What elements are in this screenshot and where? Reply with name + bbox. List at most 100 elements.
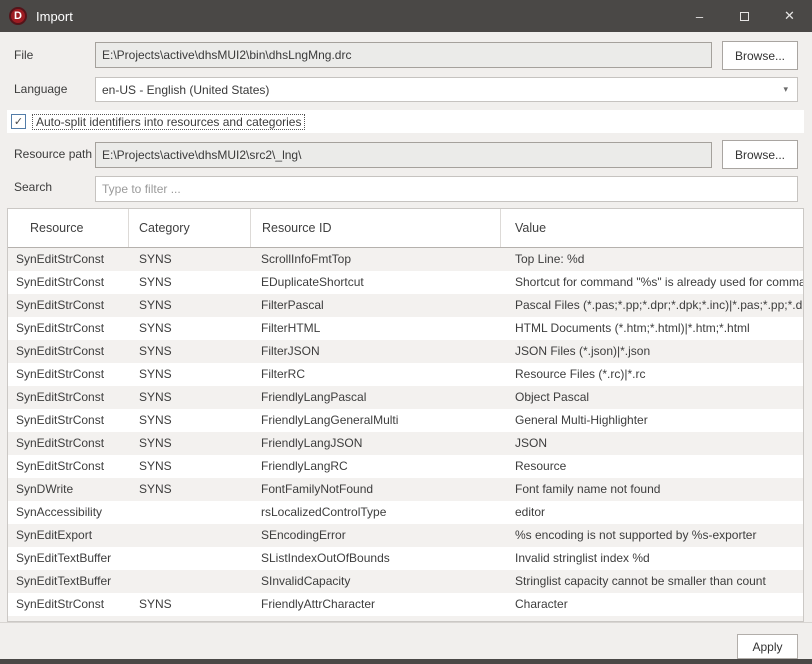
maximize-button[interactable]: [722, 0, 767, 32]
table-cell: SynEditStrConst: [8, 432, 129, 455]
apply-button[interactable]: Apply: [737, 634, 798, 659]
table-row[interactable]: SynEditStrConstSYNSFriendlyLangJSONJSON: [8, 432, 803, 455]
table-cell: FriendlyLangRC: [251, 455, 501, 478]
table-cell: [129, 501, 251, 524]
close-button[interactable]: ✕: [767, 0, 812, 32]
table-cell: SynEditTextBuffer: [8, 547, 129, 570]
table-cell: JSON: [501, 432, 803, 455]
file-label: File: [14, 48, 33, 62]
table-row[interactable]: SynEditExportSEncodingError%s encoding i…: [8, 524, 803, 547]
table-cell: SynEditStrConst: [8, 317, 129, 340]
table-cell: SYNS: [129, 248, 251, 271]
table-cell: SYNS: [129, 455, 251, 478]
table-cell: JSON Files (*.json)|*.json: [501, 340, 803, 363]
table-row[interactable]: SynEditTextBuffer SListIndexOutOfBoundsIn…: [8, 547, 803, 570]
table-cell: Object Pascal: [501, 386, 803, 409]
table-cell: FriendlyLangGeneralMulti: [251, 409, 501, 432]
table-cell: SYNS: [129, 432, 251, 455]
table-cell: FilterPascal: [251, 294, 501, 317]
column-header-category[interactable]: Category: [129, 209, 251, 247]
file-browse-button[interactable]: Browse...: [722, 41, 798, 70]
table-cell: FilterHTML: [251, 317, 501, 340]
table-cell: EDuplicateShortcut: [251, 271, 501, 294]
table-cell: rsLocalizedControlType: [251, 501, 501, 524]
dialog-content: File E:\Projects\active\dhsMUI2\bin\dhsL…: [0, 32, 812, 664]
table-cell: SYNS: [129, 294, 251, 317]
resource-path-browse-button[interactable]: Browse...: [722, 140, 798, 169]
table-cell: FriendlyAttrCharacter: [251, 593, 501, 616]
table-body: SynEditStrConstSYNSScrollInfoFmtTopTop L…: [8, 248, 803, 622]
chevron-down-icon: ▾: [783, 84, 797, 95]
table-cell: [129, 570, 251, 593]
table-cell: Stringlist capacity cannot be smaller th…: [501, 570, 803, 593]
table-cell: SYNS: [129, 271, 251, 294]
table-cell: SynAccessibility: [8, 501, 129, 524]
table-row[interactable]: SynEditStrConstSYNSFilterHTMLHTML Docume…: [8, 317, 803, 340]
table-cell: SynEditStrConst: [8, 271, 129, 294]
column-header-value[interactable]: Value: [501, 209, 803, 247]
resource-path-label: Resource path: [14, 147, 92, 161]
table-cell: SynEditTextBuffer: [8, 570, 129, 593]
table-cell: %s encoding is not supported by %s-expor…: [501, 524, 803, 547]
window-title: Import: [36, 9, 73, 24]
table-row[interactable]: SynEditStrConstSYNSFriendlyLangGeneralMu…: [8, 409, 803, 432]
table-cell: Font family name not found: [501, 478, 803, 501]
table-cell: SynEditStrConst: [8, 455, 129, 478]
table-cell: FontFamilyNotFound: [251, 478, 501, 501]
autosplit-row: ✓ Auto-split identifiers into resources …: [7, 110, 804, 133]
table-cell: Resource: [501, 455, 803, 478]
table-row[interactable]: SynDWriteSYNSFontFamilyNotFoundFont fami…: [8, 478, 803, 501]
table-cell: FriendlyLangPascal: [251, 386, 501, 409]
table-cell: SYNS: [129, 317, 251, 340]
table-row[interactable]: SynAccessibility rsLocalizedControlTypeed…: [8, 501, 803, 524]
table-cell: SynEditStrConst: [8, 363, 129, 386]
table-cell: SYNS: [129, 386, 251, 409]
table-cell: SynEditStrConst: [8, 593, 129, 616]
table-cell: Pascal Files (*.pas;*.pp;*.dpr;*.dpk;*.i…: [501, 294, 803, 317]
window-bottom-edge: [0, 659, 812, 664]
language-selected-value: en-US - English (United States): [102, 83, 269, 97]
table-cell: editor: [501, 501, 803, 524]
resource-path-input[interactable]: E:\Projects\active\dhsMUI2\src2\_lng\: [95, 142, 712, 168]
column-header-resource-id[interactable]: Resource ID: [251, 209, 501, 247]
search-input[interactable]: Type to filter ...: [95, 176, 798, 202]
table-cell: SynEditStrConst: [8, 340, 129, 363]
table-cell: SYNS: [129, 478, 251, 501]
table-cell: Top Line: %d: [501, 248, 803, 271]
table-row[interactable]: SynEditStrConstSYNSFilterPascalPascal Fi…: [8, 294, 803, 317]
table-row[interactable]: SynEditStrConstSYNSFriendlyAttrCharacter…: [8, 593, 803, 616]
language-label: Language: [14, 82, 67, 96]
autosplit-label[interactable]: Auto-split identifiers into resources an…: [32, 114, 305, 130]
table-cell: SynEditStrConst: [8, 248, 129, 271]
table-cell: SynEditStrConst: [8, 294, 129, 317]
table-cell: [129, 547, 251, 570]
table-row[interactable]: SynEditStrConstSYNSFilterJSONJSON Files …: [8, 340, 803, 363]
table-cell: Invalid stringlist index %d: [501, 547, 803, 570]
table-cell: Resource Files (*.rc)|*.rc: [501, 363, 803, 386]
table-row[interactable]: SynEditStrConstSYNSEDuplicateShortcutSho…: [8, 271, 803, 294]
table-row[interactable]: SynEditStrConstSYNSFriendlyLangRCResourc…: [8, 455, 803, 478]
resource-table: Resource Category Resource ID Value SynE…: [7, 208, 804, 622]
table-cell: FilterRC: [251, 363, 501, 386]
close-icon: ✕: [784, 8, 795, 24]
table-cell: [129, 524, 251, 547]
table-cell: SYNS: [129, 363, 251, 386]
file-path-input[interactable]: E:\Projects\active\dhsMUI2\bin\dhsLngMng…: [95, 42, 712, 68]
footer-bar: Apply: [0, 622, 812, 659]
table-row[interactable]: SynEditStrConstSYNSScrollInfoFmtTopTop L…: [8, 248, 803, 271]
table-cell: ScrollInfoFmtTop: [251, 248, 501, 271]
table-cell: SEncodingError: [251, 524, 501, 547]
column-header-resource[interactable]: Resource: [8, 209, 129, 247]
table-cell: SListIndexOutOfBounds: [251, 547, 501, 570]
table-row[interactable]: SynEditStrConstSYNSFriendlyLangPascalObj…: [8, 386, 803, 409]
language-select[interactable]: en-US - English (United States) ▾: [95, 77, 798, 102]
table-row[interactable]: SynEditStrConstSYNSFilterRCResource File…: [8, 363, 803, 386]
table-row[interactable]: SynEditTextBufferSInvalidCapacityStringl…: [8, 570, 803, 593]
table-header: Resource Category Resource ID Value: [8, 209, 803, 248]
autosplit-checkbox[interactable]: ✓: [11, 114, 26, 129]
minimize-button[interactable]: –: [677, 0, 722, 32]
table-cell: SYNS: [129, 340, 251, 363]
table-cell: SynEditStrConst: [8, 386, 129, 409]
search-label: Search: [14, 180, 52, 194]
table-cell: SynEditStrConst: [8, 409, 129, 432]
